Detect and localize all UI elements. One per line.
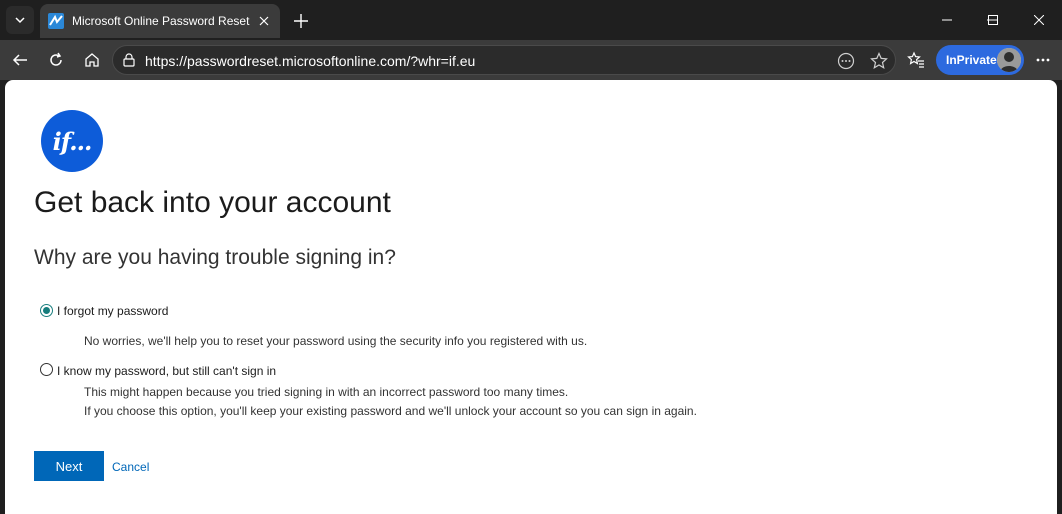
browser-toolbar: https://passwordreset.microsoftonline.co… [0, 40, 1062, 80]
favorites-button[interactable] [902, 46, 930, 74]
back-arrow-icon [12, 54, 27, 66]
window-close-button[interactable] [1017, 4, 1061, 36]
more-tools-button[interactable] [835, 50, 857, 72]
window-maximize-button[interactable] [971, 4, 1015, 36]
cancel-link[interactable]: Cancel [112, 460, 149, 474]
page-subtitle: Why are you having trouble signing in? [34, 246, 396, 269]
page-content: if... Get back into your account Why are… [5, 80, 1057, 514]
logo-text: if... [52, 126, 93, 156]
page-title: Get back into your account [34, 186, 391, 219]
active-tab[interactable]: Microsoft Online Password Reset [40, 4, 280, 38]
title-bar: Microsoft Online Password Reset [0, 0, 1062, 40]
forgot-password-label[interactable]: I forgot my password [57, 304, 168, 318]
password-reset-favicon-icon [48, 13, 64, 29]
url-text[interactable]: https://passwordreset.microsoftonline.co… [145, 53, 475, 69]
refresh-button[interactable] [42, 46, 70, 74]
favorites-list-icon [907, 51, 924, 68]
settings-more-button[interactable] [1029, 46, 1057, 74]
inprivate-label: InPrivate [946, 53, 997, 67]
new-tab-button[interactable] [288, 8, 314, 34]
tab-actions-menu-button[interactable] [6, 6, 34, 34]
know-password-description-line-1: This might happen because you tried sign… [84, 385, 569, 399]
ellipsis-circle-icon [837, 52, 855, 70]
home-icon [85, 53, 99, 67]
close-icon [1034, 15, 1044, 25]
forgot-password-radio[interactable] [40, 304, 53, 317]
tab-title: Microsoft Online Password Reset [72, 14, 250, 28]
close-icon [259, 16, 269, 26]
know-password-radio[interactable] [40, 363, 53, 376]
company-logo: if... [41, 110, 103, 172]
plus-icon [294, 14, 308, 28]
know-password-label[interactable]: I know my password, but still can't sign… [57, 364, 276, 378]
refresh-icon [50, 52, 62, 66]
inprivate-profile-button[interactable]: InPrivate [936, 45, 1024, 75]
minimize-icon [942, 19, 952, 21]
back-button[interactable] [6, 46, 34, 74]
lock-icon[interactable] [123, 53, 135, 67]
window-minimize-button[interactable] [925, 4, 969, 36]
forgot-password-description: No worries, we'll help you to reset your… [84, 334, 588, 348]
tab-close-button[interactable] [252, 9, 276, 33]
star-icon [870, 52, 888, 70]
maximize-icon [988, 15, 998, 25]
favorite-star-button[interactable] [868, 50, 890, 72]
more-horizontal-icon [1036, 58, 1050, 62]
address-bar[interactable]: https://passwordreset.microsoftonline.co… [112, 45, 896, 75]
home-button[interactable] [78, 46, 106, 74]
know-password-description-line-2: If you choose this option, you'll keep y… [84, 404, 697, 418]
chevron-down-icon [15, 17, 25, 24]
profile-avatar-icon [997, 48, 1021, 72]
next-button[interactable]: Next [34, 451, 104, 481]
